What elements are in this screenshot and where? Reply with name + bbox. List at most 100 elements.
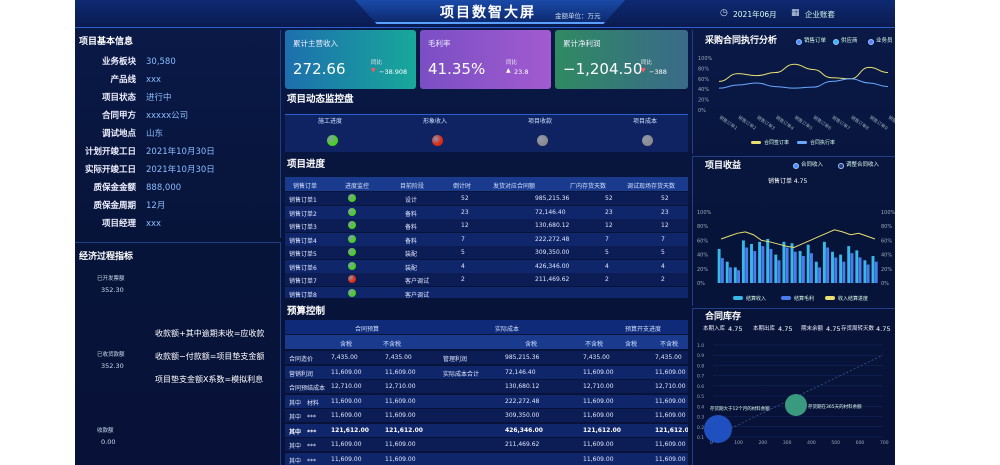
kpi-compare-value: 23.8 xyxy=(514,68,529,76)
table-row[interactable]: 营销利润 11,609.00 11,609.00 实际成本合计 72,146.40 11,… xyxy=(285,365,688,379)
progress-cell: 4 xyxy=(461,262,465,270)
table-row[interactable]: 其中 *** 11,609.00 11,609.00 11,609.00 11,609.… xyxy=(285,452,688,465)
y-tick-label: 20% xyxy=(697,267,708,273)
bar[interactable] xyxy=(842,261,846,283)
progress-cell: 23 xyxy=(605,208,613,216)
econ-metric-label: 收款额 xyxy=(97,428,114,434)
bar[interactable] xyxy=(758,241,762,283)
table-row[interactable]: 销售订单5 装配 5 309,350.00 5 5 xyxy=(285,246,688,259)
table-row[interactable]: 其中 *** 11,609.00 11,609.00 211,469.62 11,609… xyxy=(285,438,688,451)
bubble[interactable] xyxy=(785,394,807,416)
bar[interactable] xyxy=(761,246,765,283)
kpi-compare-label: 同比 xyxy=(506,60,518,66)
table-row[interactable]: 销售订单2 备料 23 72,146.40 23 23 xyxy=(285,205,688,219)
bar[interactable] xyxy=(818,267,822,283)
bar[interactable] xyxy=(826,247,830,284)
bar[interactable] xyxy=(790,243,794,283)
bar[interactable] xyxy=(785,247,789,284)
basic-info-value: 2021年10月30日 xyxy=(146,147,215,157)
stock-panel: 合同库存 本期入库 4.75 本期出库 4.75 期末余额 4.75 存货周转天数 4.75 … xyxy=(692,308,895,465)
bar[interactable] xyxy=(850,253,854,283)
budget-cell: 管理利润 xyxy=(443,356,468,363)
bar[interactable] xyxy=(874,261,878,283)
table-row[interactable]: 销售订单3 备料 12 130,680.12 12 12 xyxy=(285,219,688,232)
table-row[interactable]: 合同造价 7,435.00 7,435.00 管理利润 985,215.36 7,435.… xyxy=(285,351,688,364)
bar[interactable] xyxy=(858,257,862,283)
x-tick-label: 销售订单5 xyxy=(793,114,814,132)
basic-info-label: 质保金金额 xyxy=(93,183,136,193)
bar[interactable] xyxy=(737,270,741,283)
bar[interactable] xyxy=(822,241,826,283)
table-row[interactable]: 合同预结成本 12,710.00 12,710.00 130,680.12 12,710… xyxy=(285,380,688,393)
bar[interactable] xyxy=(725,261,729,283)
bar[interactable] xyxy=(839,254,843,283)
monitor-status-dot[interactable] xyxy=(642,135,653,146)
legend-label: 结算毛利 xyxy=(794,295,814,302)
bar[interactable] xyxy=(814,261,818,283)
table-row[interactable]: 销售订单4 备料 7 222,272.48 7 7 xyxy=(285,232,688,246)
table-row[interactable]: 销售订单6 装配 4 426,346.00 4 4 xyxy=(285,259,688,273)
monitor-status-dot[interactable] xyxy=(432,135,443,146)
monitor-status-dot[interactable] xyxy=(327,135,338,146)
bar[interactable] xyxy=(717,248,721,283)
basic-info-title: 项目基本信息 xyxy=(79,37,134,47)
bar[interactable] xyxy=(766,238,770,283)
table-row[interactable]: 其中 *** 121,612.00 121,612.00 426,346.00 121,… xyxy=(285,423,688,437)
legend-swatch xyxy=(733,296,743,300)
kpi-name: 累计主营收入 xyxy=(293,39,338,48)
bar[interactable] xyxy=(750,243,753,283)
bar[interactable] xyxy=(801,256,805,283)
bar[interactable] xyxy=(720,258,724,283)
bar[interactable] xyxy=(793,251,797,283)
progress-status-dot xyxy=(348,221,356,229)
legend-label: 合同执行率 xyxy=(810,139,835,146)
bar[interactable] xyxy=(728,267,732,283)
progress-cell: 2 xyxy=(661,276,665,283)
procure-line-chart: 100%80%60%40%20%0%销售订单1销售订单2销售订单3销售订单4销售… xyxy=(698,56,895,146)
bar[interactable] xyxy=(745,247,749,284)
bar[interactable] xyxy=(855,250,859,283)
bar[interactable] xyxy=(831,251,834,283)
bar[interactable] xyxy=(782,241,786,283)
progress-cell: 52 xyxy=(461,195,469,202)
account-selector[interactable]: 企业账套 xyxy=(805,11,835,19)
table-row[interactable]: 销售订单1 设计 52 985,215.36 52 52 xyxy=(285,192,688,205)
bar[interactable] xyxy=(866,264,870,283)
progress-cell: 52 xyxy=(605,195,613,202)
y-tick-label: 80% xyxy=(697,224,708,230)
table-row[interactable]: 其中 *** 11,609.00 11,609.00 309,350.00 11,609… xyxy=(285,409,688,422)
bar[interactable] xyxy=(753,251,757,283)
budget-cell: 11,609.00 xyxy=(583,368,614,376)
bar[interactable] xyxy=(733,267,737,283)
bar[interactable] xyxy=(809,253,813,283)
budget-cell: 11,609.00 xyxy=(583,455,614,463)
table-row[interactable]: 其中 材料 11,609.00 11,609.00 222,272.48 11,609.… xyxy=(285,394,688,408)
budget-cell: 11,609.00 xyxy=(583,441,614,448)
y2-tick-label: 0% xyxy=(881,281,889,287)
progress-header-cell: 调试现场存货天数 xyxy=(627,183,676,190)
progress-cell: 销售订单1 xyxy=(289,197,317,204)
series-line xyxy=(718,78,889,89)
budget-cell: 11,609.00 xyxy=(385,441,416,448)
bar[interactable] xyxy=(769,248,773,283)
income-panel: 项目收益 合同收入 调整合同收入 销售订单 4.75 100% 100% 80% 80%… xyxy=(692,156,895,306)
monitor-status-dot[interactable] xyxy=(537,135,548,146)
table-row[interactable]: 销售订单7 客户调试 2 211,469.62 2 2 xyxy=(285,273,688,286)
bar[interactable] xyxy=(777,260,781,283)
bar[interactable] xyxy=(798,251,802,283)
table-row[interactable]: 销售订单8 客户调试 xyxy=(285,286,688,298)
bar[interactable] xyxy=(871,256,875,283)
progress-cell: 装配 xyxy=(405,251,418,258)
bar[interactable] xyxy=(806,244,810,283)
bar[interactable] xyxy=(774,254,778,283)
bar[interactable] xyxy=(847,246,851,283)
bar[interactable] xyxy=(863,260,867,283)
bar[interactable] xyxy=(741,240,745,283)
budget-cell: 12,710.00 xyxy=(583,383,614,390)
x-tick-label: 销售订单9 xyxy=(868,114,889,132)
bubble[interactable] xyxy=(704,415,732,443)
income-bar-chart: 100% 100% 80% 80% 60% 60% 40% 40% 20% 20% 0% 0% 结算收入… xyxy=(697,210,895,302)
month-selector[interactable]: 2021年06月 xyxy=(733,11,777,19)
bar[interactable] xyxy=(834,257,838,283)
x-tick-label: 销售订单8 xyxy=(849,114,870,132)
